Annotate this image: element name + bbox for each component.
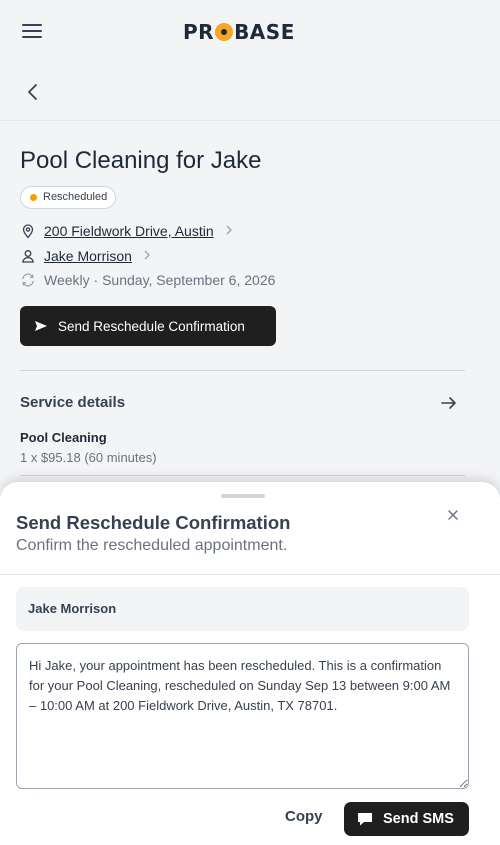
status-dot-icon (30, 194, 37, 201)
chevron-right-icon (224, 223, 234, 239)
page-title: Pool Cleaning for Jake (20, 147, 262, 174)
repeat-icon (20, 272, 36, 288)
sheet-subtitle: Confirm the rescheduled appointment. (16, 537, 288, 554)
recipient-field[interactable]: Jake Morrison (16, 587, 469, 631)
schedule-row: Weekly · Sunday, September 6, 2026 (20, 270, 275, 290)
send-reschedule-confirmation-button[interactable]: Send Reschedule Confirmation (20, 306, 276, 346)
probase-logo: PR BASE (183, 20, 295, 44)
address-link[interactable]: 200 Fieldwork Drive, Austin (44, 223, 214, 239)
copy-button[interactable]: Copy (285, 808, 323, 825)
divider (0, 574, 500, 575)
message-textarea[interactable]: Hi Jake, your appointment has been resch… (16, 643, 469, 789)
divider (20, 370, 465, 371)
person-icon (20, 248, 36, 264)
chevron-right-icon (142, 248, 152, 264)
send-icon (35, 321, 47, 331)
send-confirmation-sheet: Send Reschedule Confirmation Confirm the… (0, 482, 500, 845)
arrow-right-icon[interactable] (440, 395, 458, 411)
drag-handle[interactable] (221, 494, 265, 498)
customer-link[interactable]: Jake Morrison (44, 248, 132, 264)
divider (20, 475, 465, 476)
top-bar: PR BASE (0, 0, 500, 64)
service-price: 1 x $95.18 (60 minutes) (20, 450, 157, 465)
nav-bar (0, 64, 500, 121)
status-badge: Rescheduled (20, 186, 117, 209)
back-arrow-icon[interactable] (24, 82, 42, 102)
menu-icon[interactable] (22, 24, 42, 40)
address-row: 200 Fieldwork Drive, Austin (20, 221, 234, 241)
job-details: Pool Cleaning for Jake Rescheduled 200 F… (0, 121, 500, 501)
location-pin-icon (20, 223, 36, 239)
chat-bubble-icon (358, 813, 372, 826)
send-sms-button[interactable]: Send SMS (344, 802, 469, 836)
service-details-header[interactable]: Service details (20, 394, 125, 411)
schedule-text: Weekly · Sunday, September 6, 2026 (44, 272, 276, 288)
sheet-title: Send Reschedule Confirmation (16, 512, 291, 533)
customer-row: Jake Morrison (20, 246, 152, 266)
close-icon[interactable] (446, 508, 460, 522)
service-name: Pool Cleaning (20, 430, 107, 445)
